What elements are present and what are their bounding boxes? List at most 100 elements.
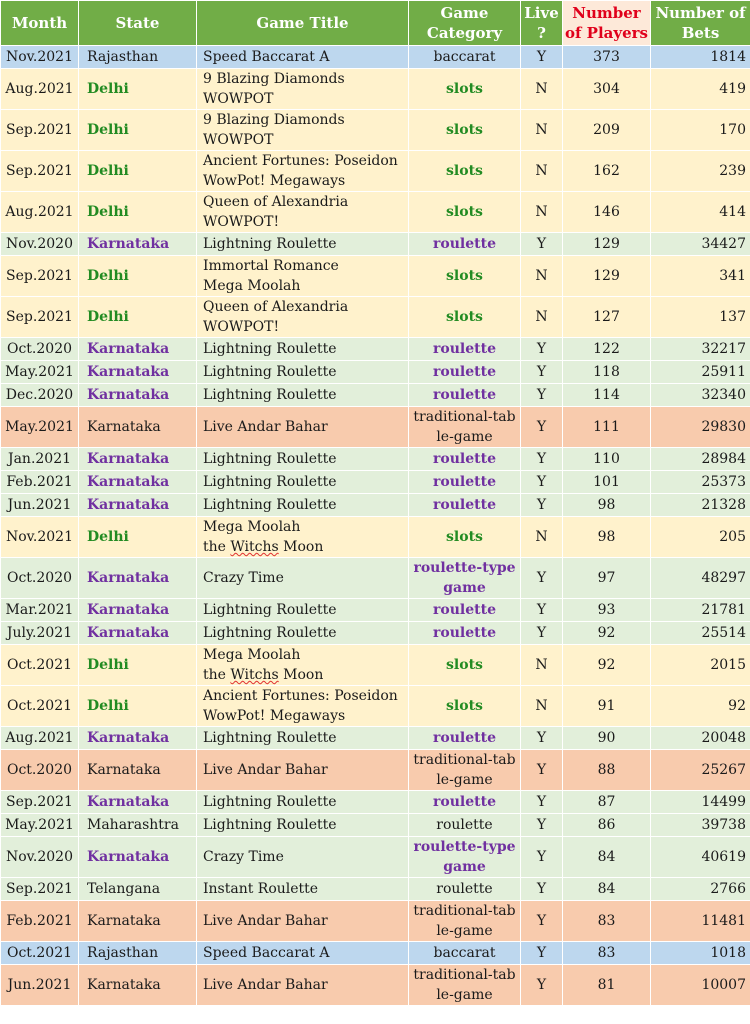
table-row[interactable]: Oct.2020 Karnataka Crazy Time roulette-type… [0,557,750,599]
cell-live: Y [520,470,563,494]
cell-month: Oct.2020 [0,337,79,361]
cell-month: May.2021 [0,360,79,384]
game-title-line: Crazy Time [203,570,284,586]
cell-number-of-players: 129 [562,232,651,256]
cell-number-of-players: 118 [562,360,651,384]
game-title-line: Speed Baccarat A [203,49,330,65]
table-row[interactable]: Oct.2021 Delhi Ancient Fortunes: Poseidon W… [0,685,750,727]
game-title-line: Crazy Time [203,849,284,865]
table-row[interactable]: Jan.2021 Karnataka Lightning Roulette roule… [0,447,750,471]
cell-game-category: baccarat [408,941,521,965]
table-row[interactable]: Sep.2021 Karnataka Lightning Roulette roule… [0,790,750,814]
cell-live: Y [520,836,563,878]
header-live[interactable]: Live ? [520,0,563,46]
cell-state: Karnataka [78,598,197,622]
table-row[interactable]: Aug.2021 Delhi 9 Blazing Diamonds WOWPOT slo… [0,68,750,110]
cell-live: N [520,191,563,233]
cell-game-title: Mega Moolah the Witchs Moon [196,644,409,686]
table-row[interactable]: Feb.2021 Karnataka Live Andar Bahar traditi… [0,900,750,942]
cell-game-title: Lightning Roulette [196,232,409,256]
table-row[interactable]: Oct.2021 Rajasthan Speed Baccarat A baccara… [0,941,750,965]
game-title-line: Mega Moolah [203,519,301,535]
table-row[interactable]: Nov.2021 Rajasthan Speed Baccarat A baccara… [0,45,750,69]
table-row[interactable]: May.2021 Maharashtra Lightning Roulette rou… [0,813,750,837]
cell-state: Karnataka [78,749,197,791]
cell-number-of-players: 87 [562,790,651,814]
header-month[interactable]: Month [0,0,79,46]
cell-number-of-bets: 28984 [650,447,750,471]
cell-number-of-players: 373 [562,45,651,69]
table-row[interactable]: Nov.2021 Delhi Mega Moolah the Witchs Moon s… [0,516,750,558]
table-row[interactable]: Nov.2020 Karnataka Crazy Time roulette-type… [0,836,750,878]
cell-number-of-bets: 34427 [650,232,750,256]
table-row[interactable]: Nov.2020 Karnataka Lightning Roulette roule… [0,232,750,256]
table-row[interactable]: Oct.2020 Karnataka Live Andar Bahar traditi… [0,749,750,791]
table-row[interactable]: Sep.2021 Delhi Queen of Alexandria WOWPOT! s… [0,296,750,338]
table-row[interactable]: Jun.2021 Karnataka Lightning Roulette roule… [0,493,750,517]
cell-state: Karnataka [78,964,197,1006]
cell-number-of-bets: 40619 [650,836,750,878]
header-number-of-players[interactable]: Number of Players [562,0,651,46]
table-row[interactable]: Oct.2021 Delhi Mega Moolah the Witchs Moon s… [0,644,750,686]
cell-number-of-players: 129 [562,255,651,297]
cell-month: May.2021 [0,406,79,448]
game-title-line: Instant Roulette [203,881,319,897]
cell-live: Y [520,877,563,901]
table-row[interactable]: Sep.2021 Delhi Ancient Fortunes: Poseidon W… [0,150,750,192]
table-row[interactable]: Mar.2021 Karnataka Lightning Roulette roule… [0,598,750,622]
cell-live: N [520,150,563,192]
table-row[interactable]: May.2021 Karnataka Live Andar Bahar traditi… [0,406,750,448]
game-title-line: the Witchs Moon [203,539,324,555]
cell-game-title: Lightning Roulette [196,337,409,361]
cell-game-category: roulette [408,470,521,494]
cell-live: N [520,644,563,686]
cell-state: Karnataka [78,493,197,517]
cell-live: Y [520,337,563,361]
cell-month: Jun.2021 [0,964,79,1006]
table-row[interactable]: Sep.2021 Delhi Immortal Romance Mega Moolah… [0,255,750,297]
cell-game-category: traditional-table-game [408,406,521,448]
cell-number-of-bets: 205 [650,516,750,558]
cell-state: Karnataka [78,447,197,471]
header-number-of-bets[interactable]: Number of Bets [650,0,750,46]
table-row[interactable]: Jun.2021 Karnataka Live Andar Bahar traditi… [0,964,750,1006]
cell-month: July.2021 [0,621,79,645]
table-row[interactable]: July.2021 Karnataka Lightning Roulette roul… [0,621,750,645]
header-game-category[interactable]: Game Category [408,0,521,46]
cell-game-category: roulette [408,877,521,901]
cell-month: Feb.2021 [0,470,79,494]
cell-number-of-bets: 29830 [650,406,750,448]
cell-game-title: Immortal Romance Mega Moolah [196,255,409,297]
header-game-title[interactable]: Game Title [196,0,409,46]
table-row[interactable]: Sep.2021 Delhi 9 Blazing Diamonds WOWPOT slo… [0,109,750,151]
cell-game-category: slots [408,109,521,151]
cell-game-category: slots [408,255,521,297]
cell-state: Karnataka [78,790,197,814]
cell-game-title: Queen of Alexandria WOWPOT! [196,191,409,233]
game-title-line: Live Andar Bahar [203,419,328,435]
cell-month: Sep.2021 [0,109,79,151]
cell-number-of-players: 111 [562,406,651,448]
cell-number-of-players: 83 [562,941,651,965]
header-state[interactable]: State [78,0,197,46]
cell-month: Feb.2021 [0,900,79,942]
cell-live: Y [520,941,563,965]
cell-game-title: Lightning Roulette [196,813,409,837]
table-row[interactable]: Dec.2020 Karnataka Lightning Roulette roule… [0,383,750,407]
table-row[interactable]: Feb.2021 Karnataka Lightning Roulette roule… [0,470,750,494]
cell-live: Y [520,493,563,517]
cell-game-title: Lightning Roulette [196,493,409,517]
cell-game-title: Lightning Roulette [196,447,409,471]
cell-number-of-bets: 14499 [650,790,750,814]
table-row[interactable]: Oct.2020 Karnataka Lightning Roulette roule… [0,337,750,361]
cell-state: Karnataka [78,360,197,384]
cell-state: Karnataka [78,232,197,256]
table-row[interactable]: May.2021 Karnataka Lightning Roulette roule… [0,360,750,384]
cell-number-of-bets: 341 [650,255,750,297]
table-row[interactable]: Sep.2021 Telangana Instant Roulette roulett… [0,877,750,901]
table-row[interactable]: Aug.2021 Karnataka Lightning Roulette roule… [0,726,750,750]
cell-game-category: roulette-type game [408,836,521,878]
cell-game-title: Lightning Roulette [196,726,409,750]
table-row[interactable]: Aug.2021 Delhi Queen of Alexandria WOWPOT! s… [0,191,750,233]
cell-game-category: roulette [408,447,521,471]
